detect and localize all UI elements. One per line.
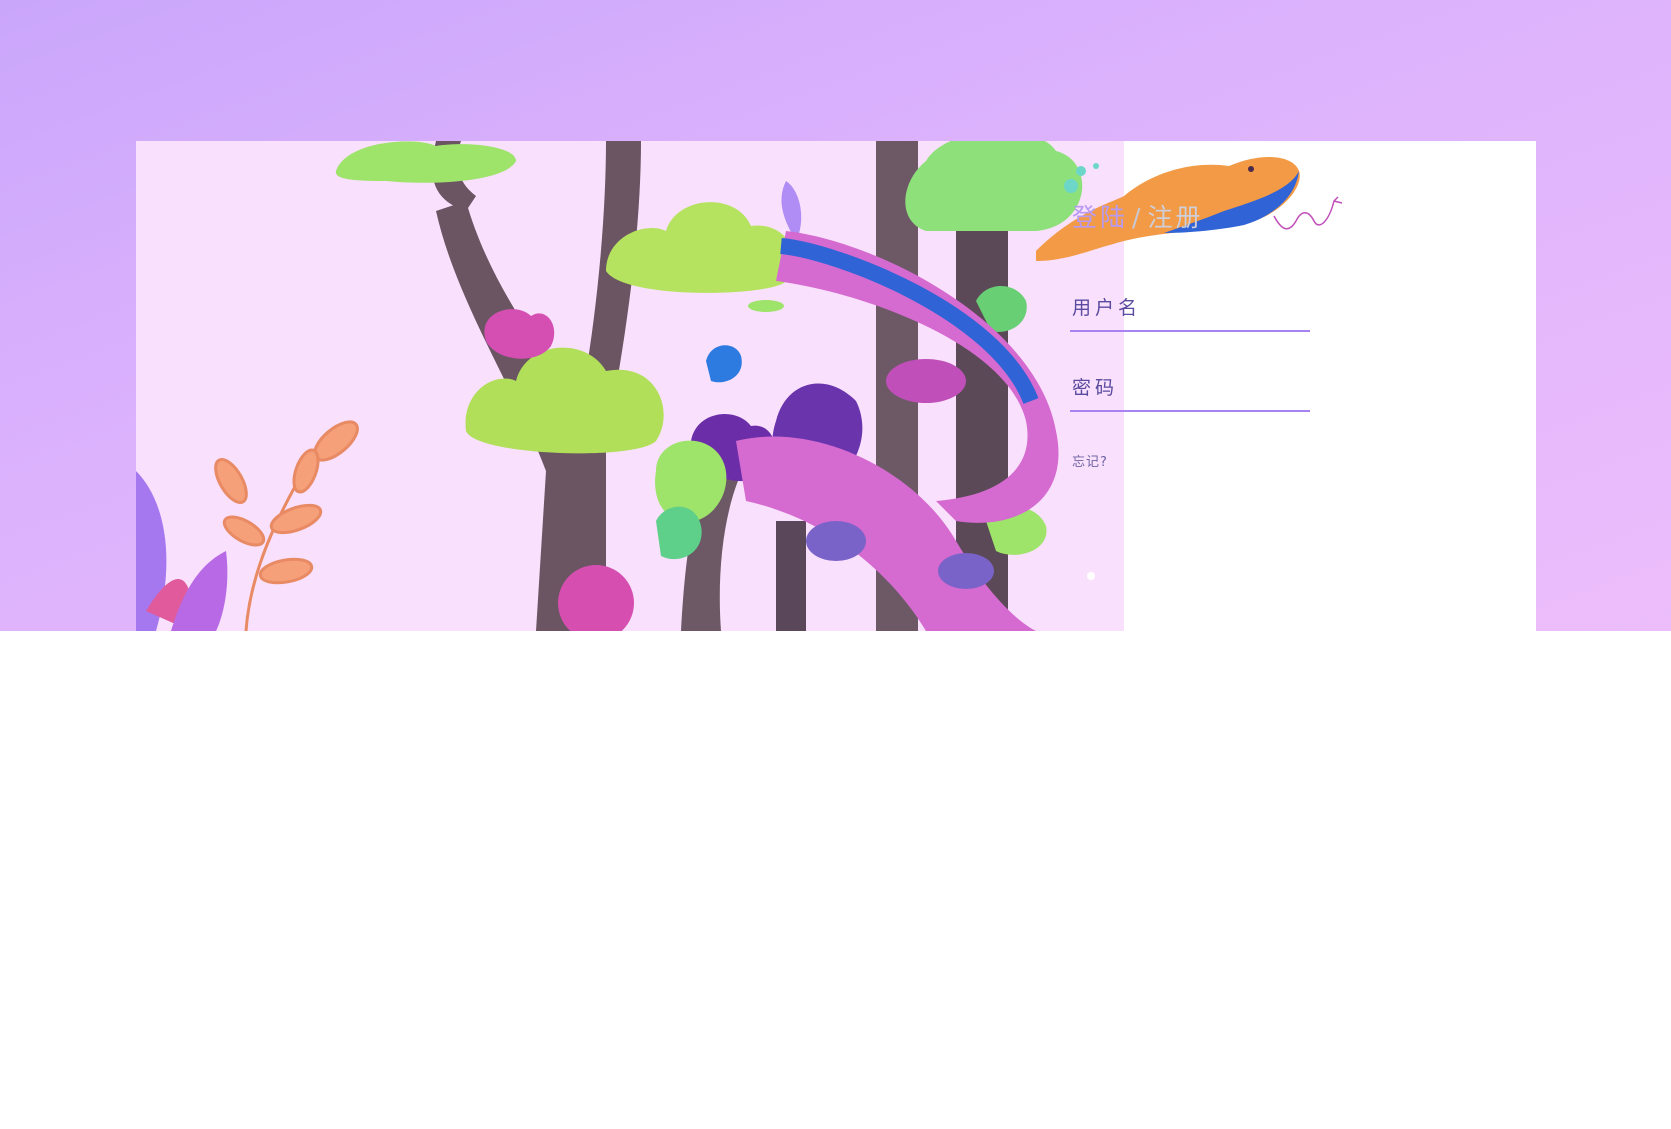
background-gradient <box>0 0 1671 631</box>
tab-register[interactable]: 注册 <box>1147 203 1203 232</box>
auth-mode-title: 登陆 / 注册 <box>1072 198 1203 234</box>
illustration-art <box>136 141 1124 631</box>
title-separator: / <box>1132 203 1144 232</box>
password-input[interactable] <box>1070 368 1314 408</box>
tab-login[interactable]: 登陆 <box>1072 203 1128 232</box>
forgot-password-link[interactable]: 忘记? <box>1072 451 1108 470</box>
username-input[interactable] <box>1070 288 1314 328</box>
jungle-snake-illustration <box>136 141 1124 631</box>
login-card <box>136 141 1536 631</box>
username-field-wrapper <box>1070 288 1314 332</box>
password-field-wrapper <box>1070 368 1314 412</box>
